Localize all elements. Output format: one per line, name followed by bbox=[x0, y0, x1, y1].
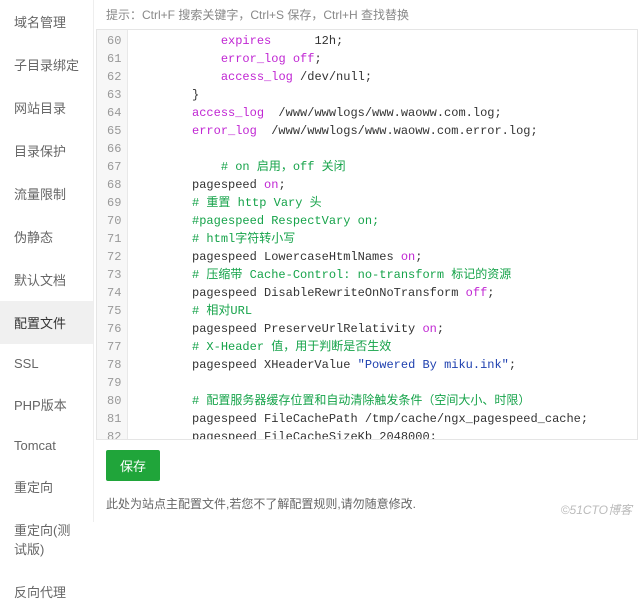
code-line: error_log /www/wwwlogs/www.waoww.com.err… bbox=[134, 122, 631, 140]
code[interactable]: expires 12h; error_log off; access_log /… bbox=[128, 30, 637, 439]
code-line: pagespeed DisableRewriteOnNoTransform of… bbox=[134, 284, 631, 302]
code-line: pagespeed PreserveUrlRelativity on; bbox=[134, 320, 631, 338]
sidebar-item[interactable]: 反向代理 bbox=[0, 570, 93, 613]
sidebar: 域名管理子目录绑定网站目录目录保护流量限制伪静态默认文档配置文件SSLPHP版本… bbox=[0, 0, 94, 522]
save-button[interactable]: 保存 bbox=[106, 450, 160, 481]
footer: 保存 此处为站点主配置文件,若您不了解配置规则,请勿随意修改. bbox=[94, 440, 640, 522]
code-line: # 压缩带 Cache-Control: no-transform 标记的资源 bbox=[134, 266, 631, 284]
main: 提示：Ctrl+F 搜索关键字，Ctrl+S 保存，Ctrl+H 查找替换 60… bbox=[94, 0, 640, 522]
code-line: expires 12h; bbox=[134, 32, 631, 50]
code-line: # 重置 http Vary 头 bbox=[134, 194, 631, 212]
code-line: # 配置服务器缓存位置和自动清除触发条件（空间大小、时限） bbox=[134, 392, 631, 410]
code-line: pagespeed LowercaseHtmlNames on; bbox=[134, 248, 631, 266]
sidebar-item[interactable]: 配置文件 bbox=[0, 301, 93, 344]
watermark: ©51CTO博客 bbox=[561, 501, 632, 518]
code-line: error_log off; bbox=[134, 50, 631, 68]
sidebar-item[interactable]: 默认文档 bbox=[0, 258, 93, 301]
code-line: # on 启用，off 关闭 bbox=[134, 158, 631, 176]
code-line: pagespeed FileCacheSizeKb 2048000; bbox=[134, 428, 631, 439]
sidebar-item[interactable]: 重定向 bbox=[0, 465, 93, 508]
code-line: } bbox=[134, 86, 631, 104]
code-line: access_log /www/wwwlogs/www.waoww.com.lo… bbox=[134, 104, 631, 122]
code-line bbox=[134, 140, 631, 158]
code-line: #pagespeed RespectVary on; bbox=[134, 212, 631, 230]
sidebar-item[interactable]: 网站目录 bbox=[0, 86, 93, 129]
sidebar-item[interactable]: 重定向(测试版) bbox=[0, 508, 93, 570]
sidebar-item[interactable]: 子目录绑定 bbox=[0, 43, 93, 86]
hint-bar: 提示：Ctrl+F 搜索关键字，Ctrl+S 保存，Ctrl+H 查找替换 bbox=[94, 0, 640, 29]
gutter: 60 61 62 63 64 65 66 67 68 69 70 71 72 7… bbox=[97, 30, 128, 439]
code-line: # 相对URL bbox=[134, 302, 631, 320]
sidebar-item[interactable]: PHP版本 bbox=[0, 383, 93, 426]
code-line: # html字符转小写 bbox=[134, 230, 631, 248]
code-line: pagespeed on; bbox=[134, 176, 631, 194]
code-line: # X-Header 值，用于判断是否生效 bbox=[134, 338, 631, 356]
code-line: pagespeed FileCachePath /tmp/cache/ngx_p… bbox=[134, 410, 631, 428]
editor[interactable]: 60 61 62 63 64 65 66 67 68 69 70 71 72 7… bbox=[96, 29, 638, 440]
sidebar-item[interactable]: 流量限制 bbox=[0, 172, 93, 215]
sidebar-item[interactable]: Tomcat bbox=[0, 426, 93, 465]
code-line bbox=[134, 374, 631, 392]
sidebar-item[interactable]: SSL bbox=[0, 344, 93, 383]
sidebar-item[interactable]: 伪静态 bbox=[0, 215, 93, 258]
config-warning: 此处为站点主配置文件,若您不了解配置规则,请勿随意修改. bbox=[106, 495, 628, 512]
sidebar-item[interactable]: 目录保护 bbox=[0, 129, 93, 172]
code-line: pagespeed XHeaderValue "Powered By miku.… bbox=[134, 356, 631, 374]
code-line: access_log /dev/null; bbox=[134, 68, 631, 86]
sidebar-item[interactable]: 域名管理 bbox=[0, 0, 93, 43]
